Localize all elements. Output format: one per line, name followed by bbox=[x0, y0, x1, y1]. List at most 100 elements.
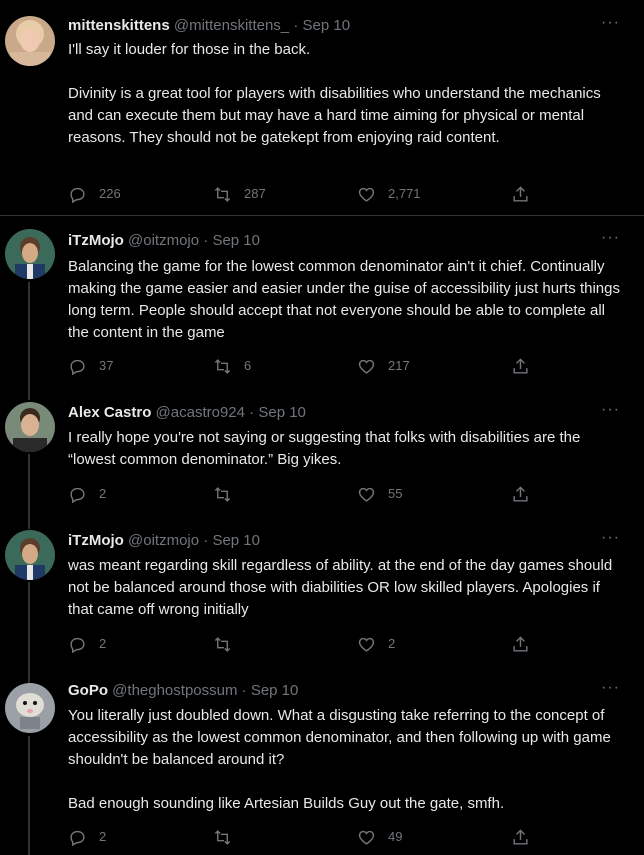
share-icon bbox=[513, 185, 528, 202]
display-name[interactable]: iTzMojo bbox=[68, 232, 124, 249]
more-options-icon[interactable]: ··· bbox=[601, 14, 620, 32]
user-handle[interactable]: @acastro924 bbox=[156, 404, 245, 421]
retweet-icon bbox=[214, 829, 231, 845]
avatar[interactable] bbox=[5, 683, 55, 733]
share-icon bbox=[513, 357, 528, 374]
retweet-count: 6 bbox=[244, 358, 252, 373]
tweet-5[interactable]: GoPo @theghostpossum · Sep 10 ··· You li… bbox=[0, 672, 644, 855]
retweet-count: 287 bbox=[244, 186, 266, 201]
avatar[interactable] bbox=[5, 16, 55, 66]
separator-dot: · bbox=[203, 232, 209, 249]
tweet-text: Balancing the game for the lowest common… bbox=[68, 258, 620, 341]
tweet-4[interactable]: iTzMojo @oitzmojo · Sep 10 ··· was meant… bbox=[0, 517, 644, 672]
tweet-header: iTzMojo @oitzmojo · Sep 10 bbox=[68, 530, 260, 552]
share-button[interactable] bbox=[511, 184, 542, 204]
reply-button[interactable]: 2 bbox=[68, 634, 106, 654]
reply-count: 2 bbox=[99, 486, 107, 501]
display-name[interactable]: iTzMojo bbox=[68, 532, 124, 549]
tweet-date[interactable]: Sep 10 bbox=[303, 17, 351, 34]
avatar[interactable] bbox=[5, 402, 55, 452]
tweet-text: I really hope you're not saying or sugge… bbox=[68, 429, 581, 468]
retweet-button[interactable] bbox=[213, 827, 244, 847]
reply-icon bbox=[70, 359, 85, 375]
retweet-button[interactable] bbox=[213, 634, 244, 654]
retweet-button[interactable] bbox=[213, 484, 244, 504]
heart-icon bbox=[358, 830, 375, 845]
separator-dot: · bbox=[241, 682, 247, 699]
reply-count: 226 bbox=[99, 186, 121, 201]
like-button[interactable]: 2,771 bbox=[357, 184, 421, 204]
more-options-icon[interactable]: ··· bbox=[601, 679, 620, 697]
tweet-actions: 2 49 bbox=[68, 827, 538, 847]
more-options-icon[interactable]: ··· bbox=[601, 401, 620, 419]
share-button[interactable] bbox=[511, 634, 542, 654]
user-handle[interactable]: @oitzmojo bbox=[128, 532, 199, 549]
reply-button[interactable]: 37 bbox=[68, 356, 113, 376]
tweet-header: iTzMojo @oitzmojo · Sep 10 bbox=[68, 230, 260, 252]
like-button[interactable]: 55 bbox=[357, 484, 402, 504]
like-count: 217 bbox=[388, 358, 410, 373]
tweet-3[interactable]: Alex Castro @acastro924 · Sep 10 ··· I r… bbox=[0, 387, 644, 517]
user-handle[interactable]: @theghostpossum bbox=[112, 682, 237, 699]
tweet-header: mittenskittens @mittenskittens_ · Sep 10 bbox=[68, 15, 350, 37]
display-name[interactable]: GoPo bbox=[68, 682, 108, 699]
heart-icon bbox=[358, 637, 375, 652]
heart-icon bbox=[358, 487, 375, 502]
tweet-actions: 2 2 bbox=[68, 634, 538, 654]
reply-count: 37 bbox=[99, 358, 114, 373]
share-button[interactable] bbox=[511, 484, 542, 504]
thread-line bbox=[28, 672, 30, 683]
reply-icon bbox=[70, 187, 85, 203]
tweet-date[interactable]: Sep 10 bbox=[212, 232, 260, 249]
thread-line bbox=[28, 736, 30, 855]
share-button[interactable] bbox=[511, 827, 542, 847]
tweet-header: GoPo @theghostpossum · Sep 10 bbox=[68, 680, 298, 702]
share-icon bbox=[513, 635, 528, 652]
more-options-icon[interactable]: ··· bbox=[601, 529, 620, 547]
heart-icon bbox=[358, 187, 375, 202]
separator-dot: · bbox=[203, 532, 209, 549]
reply-icon bbox=[70, 637, 85, 653]
reply-count: 2 bbox=[99, 829, 107, 844]
tweet-header: Alex Castro @acastro924 · Sep 10 bbox=[68, 402, 306, 424]
heart-icon bbox=[358, 359, 375, 374]
display-name[interactable]: mittenskittens bbox=[68, 17, 170, 34]
like-button[interactable]: 217 bbox=[357, 356, 410, 376]
tweet-actions: 37 6 217 bbox=[68, 356, 538, 376]
reply-button[interactable]: 2 bbox=[68, 827, 106, 847]
like-count: 55 bbox=[388, 486, 403, 501]
like-button[interactable]: 49 bbox=[357, 827, 402, 847]
like-count: 2 bbox=[388, 636, 396, 651]
user-handle[interactable]: @oitzmojo bbox=[128, 232, 199, 249]
retweet-button[interactable]: 287 bbox=[213, 184, 266, 204]
tweet-2[interactable]: iTzMojo @oitzmojo · Sep 10 ··· Balancing… bbox=[0, 216, 644, 387]
tweet-text: was meant regarding skill regardless of … bbox=[68, 557, 613, 618]
more-options-icon[interactable]: ··· bbox=[601, 229, 620, 247]
tweet-text: You literally just doubled down. What a … bbox=[68, 707, 611, 812]
reply-button[interactable]: 2 bbox=[68, 484, 106, 504]
tweet-1[interactable]: mittenskittens @mittenskittens_ · Sep 10… bbox=[0, 0, 644, 215]
retweet-icon bbox=[214, 186, 231, 202]
display-name[interactable]: Alex Castro bbox=[68, 404, 151, 421]
tweet-date[interactable]: Sep 10 bbox=[212, 532, 260, 549]
retweet-icon bbox=[214, 358, 231, 374]
like-count: 2,771 bbox=[388, 186, 421, 201]
share-button[interactable] bbox=[511, 356, 542, 376]
tweet-date[interactable]: Sep 10 bbox=[251, 682, 299, 699]
like-button[interactable]: 2 bbox=[357, 634, 395, 654]
tweet-date[interactable]: Sep 10 bbox=[258, 404, 306, 421]
avatar[interactable] bbox=[5, 530, 55, 580]
thread-line bbox=[28, 582, 30, 672]
retweet-icon bbox=[214, 486, 231, 502]
retweet-button[interactable]: 6 bbox=[213, 356, 251, 376]
avatar[interactable] bbox=[5, 229, 55, 279]
reply-button[interactable]: 226 bbox=[68, 184, 121, 204]
tweet-actions: 226 287 2,771 bbox=[68, 184, 538, 204]
thread-line bbox=[28, 282, 30, 387]
tweet-actions: 2 55 bbox=[68, 484, 538, 504]
user-handle[interactable]: @mittenskittens_ bbox=[174, 17, 289, 34]
tweet-text: I'll say it louder for those in the back… bbox=[68, 41, 601, 146]
thread-line bbox=[28, 387, 30, 400]
share-icon bbox=[513, 828, 528, 845]
reply-count: 2 bbox=[99, 636, 107, 651]
